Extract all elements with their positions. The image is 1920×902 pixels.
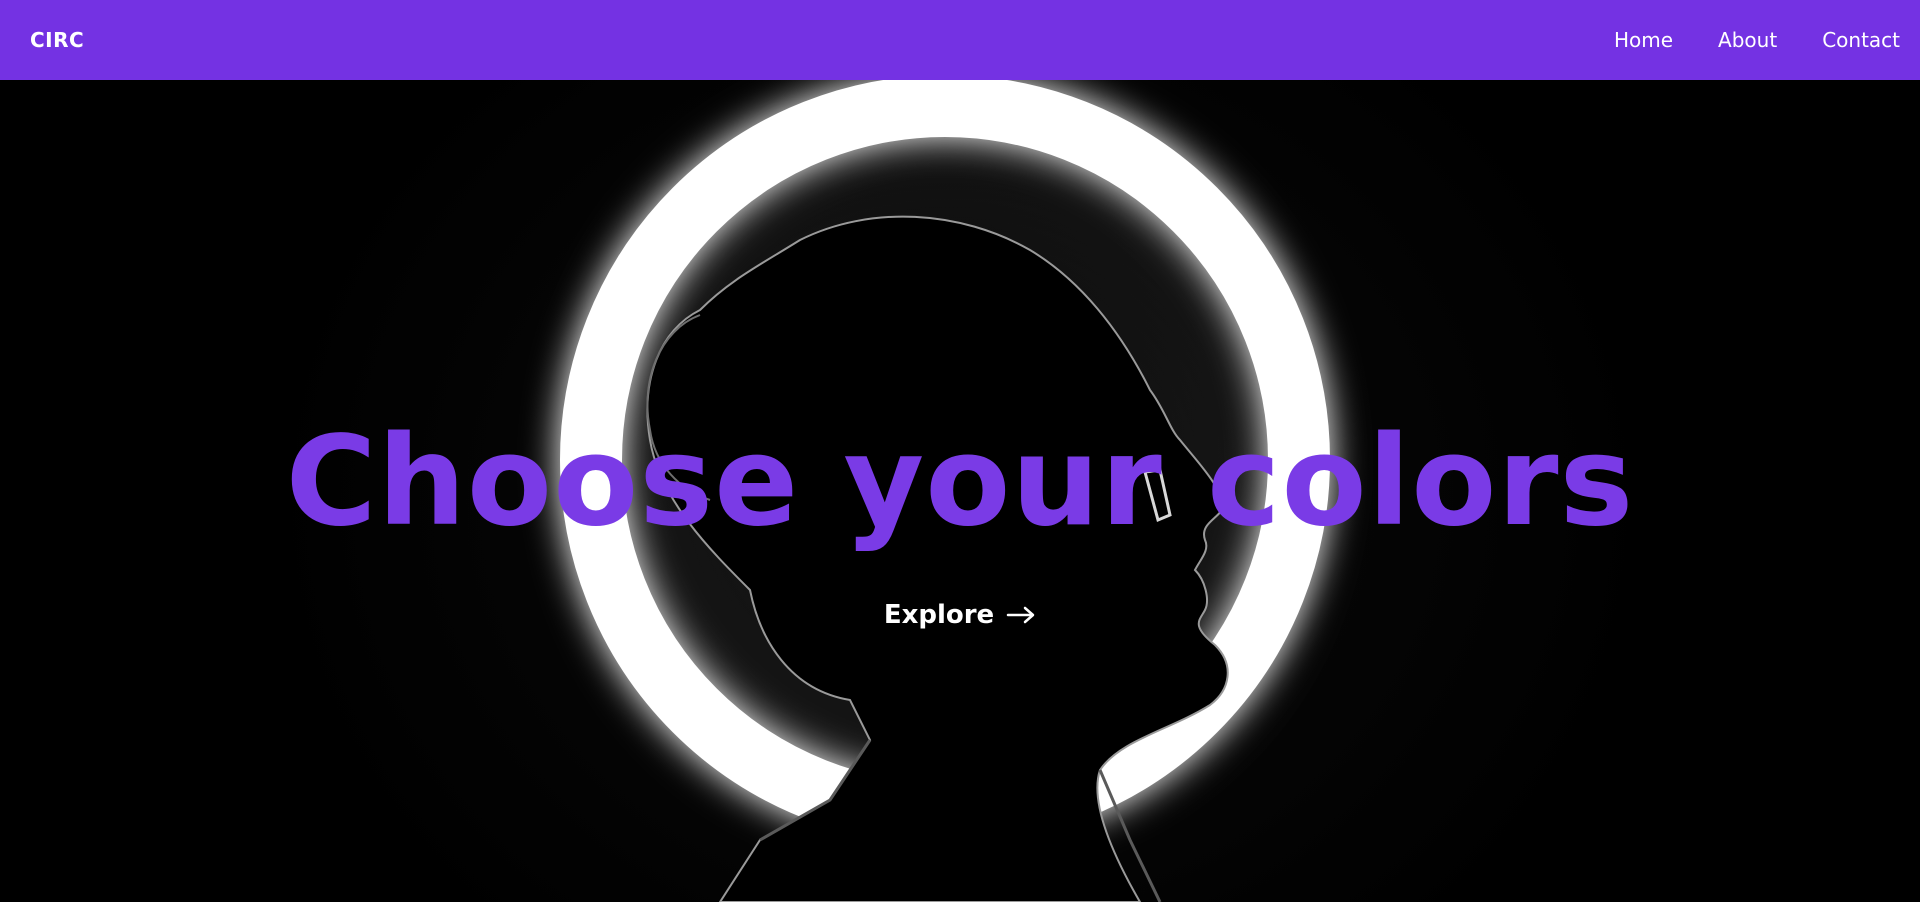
brand-logo[interactable]: CIRC <box>30 28 84 52</box>
hero-title: Choose your colors <box>285 410 1635 554</box>
explore-button[interactable]: Explore <box>884 600 1036 630</box>
hero-section: Choose your colors Explore <box>0 80 1920 902</box>
navbar: CIRC Home About Contact <box>0 0 1920 80</box>
nav-link-about[interactable]: About <box>1718 28 1777 52</box>
nav-link-home[interactable]: Home <box>1614 28 1673 52</box>
explore-label: Explore <box>883 600 995 630</box>
nav-links: Home About Contact <box>1569 28 1900 52</box>
nav-link-contact[interactable]: Contact <box>1822 28 1900 52</box>
explore-container: Explore <box>0 600 1920 630</box>
arrow-right-icon <box>1006 606 1035 624</box>
